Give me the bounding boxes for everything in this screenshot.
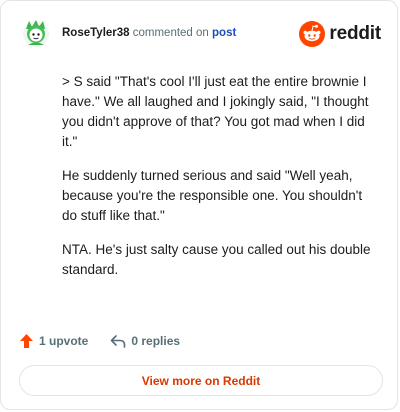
comment-actions: 1 upvote 0 replies xyxy=(19,331,202,351)
byline: RoseTyler38 commented on post xyxy=(62,27,236,39)
comment-embed-card: RoseTyler38 commented on post reddit > S… xyxy=(0,0,398,410)
view-more-button[interactable]: View more on Reddit xyxy=(19,365,383,396)
replies-button[interactable]: 0 replies xyxy=(110,334,180,348)
comment-header: RoseTyler38 commented on post reddit xyxy=(20,17,381,51)
reddit-wordmark: reddit xyxy=(329,23,381,44)
comment-body: > S said "That's cool I'll just eat the … xyxy=(62,72,380,294)
action-text: commented on xyxy=(132,27,209,39)
upvote-arrow-icon xyxy=(20,334,33,348)
view-more-label: View more on Reddit xyxy=(141,373,261,388)
post-link[interactable]: post xyxy=(212,27,236,39)
comment-paragraph: NTA. He's just salty cause you called ou… xyxy=(62,242,371,277)
comment-paragraph: > S said "That's cool I'll just eat the … xyxy=(62,74,369,149)
reply-arrow-icon xyxy=(111,335,126,348)
comment-paragraph: He suddenly turned serious and said "Wel… xyxy=(62,168,363,223)
upvote-count: 1 upvote xyxy=(39,334,89,348)
username-link[interactable]: RoseTyler38 xyxy=(62,27,130,39)
replies-count: 0 replies xyxy=(131,334,181,348)
reddit-logo[interactable]: reddit xyxy=(299,20,381,48)
upvote-button[interactable]: 1 upvote xyxy=(19,333,88,349)
reddit-alien-icon xyxy=(299,21,326,47)
user-avatar-icon[interactable] xyxy=(20,17,52,49)
